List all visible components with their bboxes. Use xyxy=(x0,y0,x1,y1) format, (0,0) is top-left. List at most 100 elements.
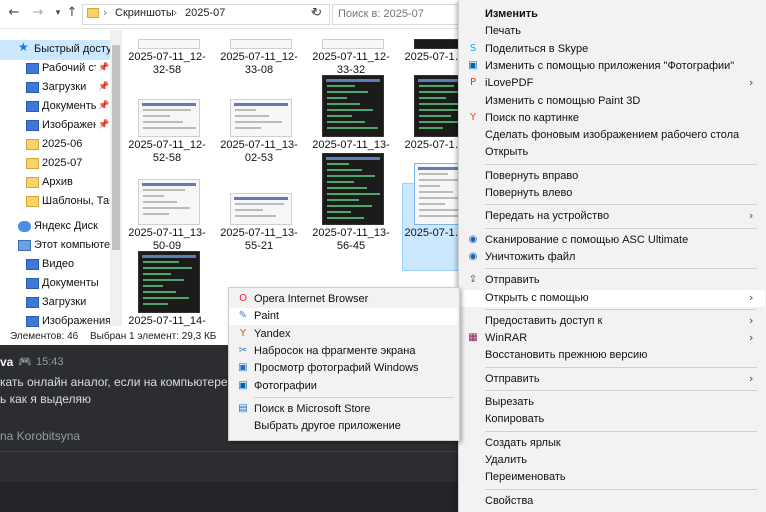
menu-item[interactable]: ⇪ Отправить xyxy=(459,272,765,289)
menu-item[interactable]: Изменить xyxy=(459,6,765,23)
open-with-app-item[interactable]: ✂ Набросок на фрагменте экрана xyxy=(229,343,457,360)
breadcrumb-separator-icon[interactable]: › xyxy=(103,6,107,19)
menu-item[interactable]: Печать xyxy=(459,23,765,40)
search-box[interactable] xyxy=(332,4,460,25)
breadcrumb-separator-icon[interactable]: › xyxy=(173,6,177,19)
nav-item[interactable]: Видео xyxy=(0,255,120,275)
menu-item[interactable]: ◉ Сканирование с помощью ASC Ultimate xyxy=(459,232,765,249)
menu-item[interactable]: Сделать фоновым изображением рабочего ст… xyxy=(459,127,765,144)
refresh-icon[interactable]: ↻ xyxy=(312,5,322,19)
menu-item[interactable]: Повернуть влево xyxy=(459,185,765,202)
nav-item[interactable]: Документы xyxy=(0,274,120,294)
message-text: ь как я выделяю xyxy=(0,392,91,406)
menu-item[interactable]: Предоставить доступ к › xyxy=(459,313,765,330)
nav-item-label: Изображени xyxy=(42,119,96,131)
documents-icon xyxy=(26,101,39,112)
nav-item[interactable]: ★ Быстрый доступ xyxy=(0,40,120,60)
menu-item[interactable]: ▣ Изменить с помощью приложения "Фотограф… xyxy=(459,58,765,75)
menu-item-label: Отправить xyxy=(485,274,540,287)
image-thumbnail xyxy=(138,39,200,49)
menu-item[interactable]: Открыть с помощью › xyxy=(459,289,765,307)
file-thumbnail-item[interactable]: 2025-07-11_14-28-20 xyxy=(124,251,210,329)
nav-item[interactable]: Документы 📌 xyxy=(0,97,120,117)
menu-item[interactable]: PiLovePDF › xyxy=(459,75,765,92)
nav-item[interactable]: 2025-07 xyxy=(0,154,120,174)
menu-item-label: Просмотр фотографий Windows xyxy=(254,362,419,375)
menu-item-label: Открыть xyxy=(485,146,529,159)
file-thumbnail-item[interactable]: 2025-07-11_13-56-45 xyxy=(308,153,394,271)
menu-item-label: Поиск в Microsoft Store xyxy=(254,402,371,415)
photo-viewer-icon: ▣ xyxy=(238,362,248,374)
file-thumbnail-item[interactable]: 2025-07-1…-15 xyxy=(400,163,462,271)
nav-item[interactable]: Изображени📌 xyxy=(0,116,120,136)
nav-item-label: Изображения xyxy=(42,315,112,327)
menu-item-label: Yandex xyxy=(254,327,291,340)
menu-item[interactable]: S Поделиться в Skype xyxy=(459,41,765,58)
message-author[interactable]: va xyxy=(0,355,13,369)
folder-icon xyxy=(26,177,39,188)
nav-item[interactable]: Шаблоны, Табл xyxy=(0,192,120,212)
menu-item[interactable]: Отправить › xyxy=(459,371,765,388)
address-bar[interactable]: › Скриншоты › 2025-07 ▾ xyxy=(82,4,330,25)
menu-item[interactable]: Свойства xyxy=(459,493,765,510)
share-icon: ⇪ xyxy=(468,274,478,286)
nav-item[interactable]: Рабочий сто📌 xyxy=(0,59,120,79)
menu-item-label: Изменить с помощью приложения "Фотографи… xyxy=(485,59,735,72)
menu-item[interactable]: Удалить xyxy=(459,452,765,469)
nav-item[interactable]: Архив xyxy=(0,173,120,193)
navigation-scroll-thumb[interactable] xyxy=(112,45,120,250)
open-with-app-item[interactable]: O Opera Internet Browser xyxy=(229,291,457,308)
menu-item[interactable]: Вырезать xyxy=(459,394,765,411)
message-author[interactable]: na Korobitsyna xyxy=(0,429,80,443)
nav-item[interactable]: 2025-06 xyxy=(0,135,120,155)
menu-item-label: Сканирование с помощью ASC Ultimate xyxy=(485,233,689,246)
menu-item[interactable]: Восстановить прежнюю версию xyxy=(459,347,765,364)
breadcrumb-item[interactable]: Скриншоты xyxy=(115,7,174,19)
menu-item-label: Выбрать другое приложение xyxy=(254,420,401,433)
nav-item-label: Шаблоны, Табл xyxy=(42,195,120,207)
menu-item[interactable]: Изменить с помощью Paint 3D xyxy=(459,93,765,110)
nav-item[interactable]: Яндекс Диск xyxy=(0,217,120,237)
snip-sketch-icon: ✂ xyxy=(238,344,248,356)
menu-item[interactable]: Создать ярлык xyxy=(459,435,765,452)
image-thumbnail xyxy=(322,75,384,137)
menu-item[interactable]: Копировать xyxy=(459,411,765,428)
forward-arrow-icon[interactable]: → xyxy=(30,5,46,21)
menu-item-label: Сделать фоновым изображением рабочего ст… xyxy=(485,129,740,142)
file-thumbnail-item[interactable]: 2025-07-11_12-32-58 xyxy=(124,29,210,95)
open-with-app-item[interactable]: Y Yandex xyxy=(229,326,457,343)
open-with-app-item[interactable]: ▣ Просмотр фотографий Windows xyxy=(229,360,457,377)
menu-item[interactable]: Переименовать xyxy=(459,469,765,486)
menu-separator xyxy=(485,227,757,229)
search-input[interactable] xyxy=(338,7,453,21)
pin-icon: 📌 xyxy=(98,82,110,92)
chat-input-area[interactable] xyxy=(0,482,462,512)
breadcrumb-item[interactable]: 2025-07 xyxy=(185,7,225,19)
file-name: 2025-07-11_12-32-58 xyxy=(128,51,206,76)
file-thumbnail-item[interactable]: 2025-07-11_13-55-21 xyxy=(216,183,302,271)
back-arrow-icon[interactable]: ← xyxy=(6,5,22,21)
menu-item[interactable]: ◉ Уничтожить файл xyxy=(459,249,765,266)
up-arrow-icon[interactable]: ↑ xyxy=(64,5,80,21)
open-with-app-item[interactable]: ▤ Поиск в Microsoft Store xyxy=(229,401,457,418)
submenu-chevron-icon: › xyxy=(749,313,754,327)
image-thumbnail xyxy=(414,163,462,225)
file-name: 2025-07-11_13-02-53 xyxy=(220,139,298,164)
open-with-app-item[interactable]: ▣ Фотографии xyxy=(229,378,457,395)
menu-item[interactable]: ▦ WinRAR › xyxy=(459,330,765,347)
file-thumbnail-item[interactable]: 2025-07-11_12-33-08 xyxy=(216,29,302,95)
menu-item[interactable]: Повернуть вправо xyxy=(459,168,765,185)
file-thumbnail-item[interactable]: 2025-07-11_13-02-53 xyxy=(216,95,302,183)
menu-item[interactable]: Открыть xyxy=(459,144,765,161)
nav-item[interactable]: Загрузки xyxy=(0,293,120,313)
menu-item-label: Предоставить доступ к xyxy=(485,314,603,327)
nav-item[interactable]: Загрузки 📌 xyxy=(0,78,120,98)
open-with-app-item[interactable]: Выбрать другое приложение xyxy=(229,418,457,435)
menu-item-label: WinRAR xyxy=(485,332,528,345)
open-with-app-item[interactable]: ✎ Paint xyxy=(229,308,457,326)
nav-item[interactable]: Изображения xyxy=(0,312,120,329)
menu-item[interactable]: Передать на устройство › xyxy=(459,208,765,225)
menu-item[interactable]: Y Поиск по картинке xyxy=(459,110,765,127)
file-thumbnail-item[interactable]: 2025-07-11_12-52-58 xyxy=(124,95,210,183)
nav-item[interactable]: Этот компьютер xyxy=(0,236,120,256)
